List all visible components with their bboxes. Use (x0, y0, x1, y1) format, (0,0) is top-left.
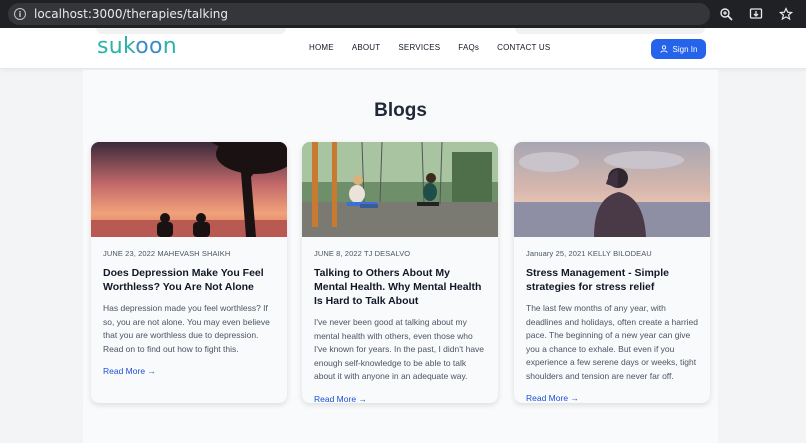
install-app-icon[interactable] (748, 6, 764, 22)
zoom-icon[interactable] (718, 6, 734, 22)
blog-meta: JUNE 23, 2022 MAHEVASH SHAIKH (103, 249, 231, 258)
logo-text-oo: oo (135, 34, 163, 59)
blog-excerpt: Has depression made you feel worthless? … (103, 303, 270, 354)
read-more-link[interactable]: Read More → (526, 393, 579, 403)
blog-card[interactable]: JUNE 23, 2022 MAHEVASH SHAIKH Does Depre… (91, 142, 287, 403)
read-more-link[interactable]: Read More → (314, 394, 367, 404)
blog-image-swings[interactable] (302, 142, 498, 237)
nav-contact[interactable]: CONTACT US (497, 43, 550, 52)
blog-title[interactable]: Talking to Others About My Mental Health… (314, 266, 486, 308)
user-icon (660, 45, 667, 53)
blog-image-sunset-silhouettes[interactable] (91, 142, 287, 237)
blogs-section: Blogs JUNE 23, 2022 MAHEVASH SHAIKH Does… (83, 70, 718, 443)
blog-title[interactable]: Does Depression Make You Feel Worthless?… (103, 266, 275, 294)
site-logo[interactable]: sukoon (97, 34, 177, 59)
logo-text: suk (97, 34, 136, 59)
blog-image-sea-woman[interactable] (514, 142, 710, 237)
url-text[interactable]: localhost:3000/therapies/talking (34, 7, 228, 21)
main-nav: HOME ABOUT SERVICES FAQs CONTACT US (309, 43, 568, 52)
blog-meta: JUNE 8, 2022 TJ DESALVO (314, 249, 411, 258)
blog-title[interactable]: Stress Management - Simple strategies fo… (526, 266, 698, 294)
nav-services[interactable]: SERVICES (398, 43, 440, 52)
nav-about[interactable]: ABOUT (352, 43, 381, 52)
sign-in-label: Sign In (672, 44, 698, 54)
site-header: sukoon HOME ABOUT SERVICES FAQs CONTACT … (0, 28, 806, 69)
browser-toolbar: i localhost:3000/therapies/talking (0, 0, 806, 28)
address-bar[interactable]: i localhost:3000/therapies/talking (8, 3, 710, 25)
info-icon[interactable]: i (14, 8, 26, 20)
sign-in-button[interactable]: Sign In (651, 39, 706, 59)
logo-text-end: n (162, 34, 178, 59)
blog-excerpt: I've never been good at talking about my… (314, 317, 485, 381)
blog-meta: January 25, 2021 KELLY BILODEAU (526, 249, 652, 258)
header-decor (515, 28, 705, 34)
blog-excerpt: The last few months of any year, with de… (526, 303, 699, 381)
nav-faqs[interactable]: FAQs (458, 43, 479, 52)
page-title: Blogs (374, 100, 427, 121)
nav-home[interactable]: HOME (309, 43, 334, 52)
blog-card[interactable]: JUNE 8, 2022 TJ DESALVO Talking to Other… (302, 142, 498, 403)
bookmark-star-icon[interactable] (778, 6, 794, 22)
read-more-link[interactable]: Read More → (103, 366, 156, 376)
blog-card[interactable]: January 25, 2021 KELLY BILODEAU Stress M… (514, 142, 710, 403)
